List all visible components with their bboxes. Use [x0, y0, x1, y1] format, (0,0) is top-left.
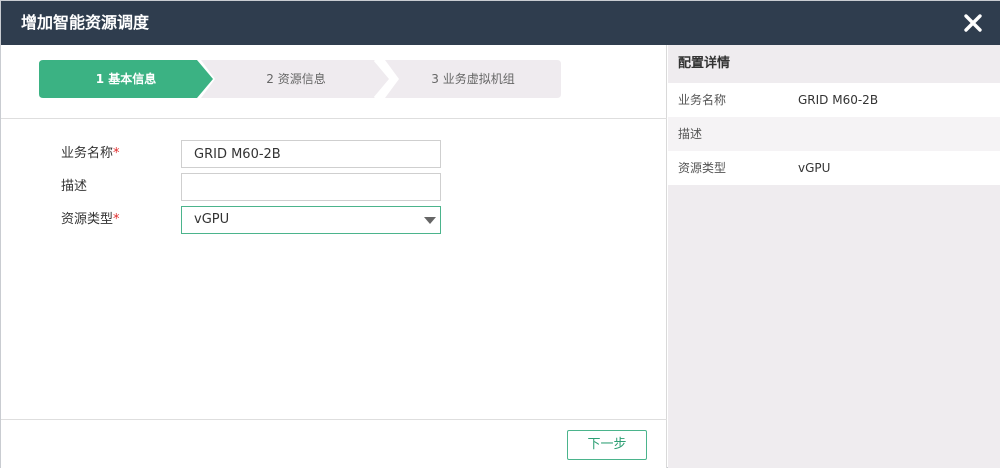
form-row-name: 业务名称* — [61, 140, 461, 168]
close-button[interactable] — [959, 9, 987, 37]
dialog: 增加智能资源调度 3 业务虚拟机组 2 资源信息 1 基本信息 业务名称* GR… — [0, 0, 1000, 468]
wizard-steps: 3 业务虚拟机组 2 资源信息 1 基本信息 — [39, 60, 561, 98]
type-label: 资源类型* — [61, 212, 120, 227]
desc-label: 描述 — [61, 179, 88, 194]
form-row-type: 资源类型* vGPU — [61, 206, 461, 234]
main-panel: 3 业务虚拟机组 2 资源信息 1 基本信息 业务名称* 描述 — [1, 45, 667, 468]
resource-type-value: vGPU — [194, 212, 230, 227]
summary-value: GRID M60-2B — [798, 93, 879, 107]
step-2-label: 2 资源信息 — [266, 72, 326, 86]
summary-key: 描述 — [678, 127, 703, 141]
step-2: 2 资源信息 — [201, 60, 391, 98]
required-mark: * — [113, 146, 120, 161]
footer-divider — [1, 419, 667, 420]
summary-panel: 配置详情 业务名称 GRID M60-2B 描述 资源类型 vGPU — [668, 45, 1000, 468]
summary-row: 描述 — [668, 117, 1000, 151]
summary-row: 资源类型 vGPU — [668, 151, 1000, 185]
close-icon — [964, 14, 982, 32]
step-3: 3 业务虚拟机组 — [385, 60, 561, 98]
resource-type-select[interactable]: vGPU — [181, 206, 441, 234]
name-input[interactable] — [181, 140, 441, 168]
required-mark: * — [113, 212, 120, 227]
form-row-desc: 描述 — [61, 173, 461, 201]
next-button[interactable]: 下一步 — [567, 430, 647, 460]
name-label: 业务名称* — [61, 146, 120, 161]
description-input[interactable] — [181, 173, 441, 201]
summary-key: 业务名称 — [678, 93, 727, 107]
dialog-title: 增加智能资源调度 — [21, 13, 150, 32]
summary-key: 资源类型 — [678, 161, 727, 175]
divider — [1, 118, 667, 119]
step-3-label: 3 业务虚拟机组 — [431, 72, 515, 86]
step-1: 1 基本信息 — [39, 60, 213, 98]
summary-title: 配置详情 — [668, 45, 1000, 83]
summary-value: vGPU — [798, 161, 831, 175]
step-1-label: 1 基本信息 — [95, 72, 157, 86]
dialog-titlebar: 增加智能资源调度 — [1, 1, 1000, 45]
summary-row: 业务名称 GRID M60-2B — [668, 83, 1000, 117]
caret-down-icon — [424, 217, 436, 224]
